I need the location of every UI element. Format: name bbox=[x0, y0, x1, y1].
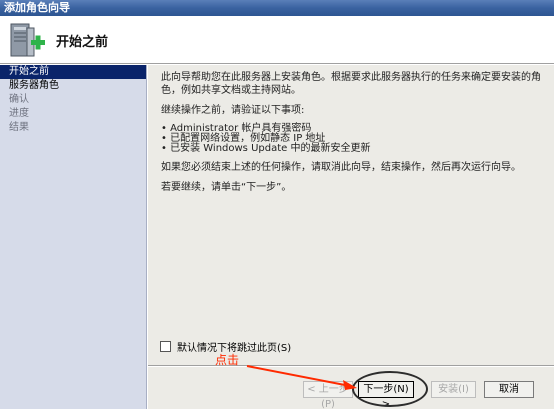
wizard-nav: 开始之前 服务器角色 确认 进度 结果 bbox=[0, 65, 147, 409]
install-button[interactable]: 安装(I) bbox=[431, 381, 476, 398]
wizard-content: 此向导帮助您在此服务器上安装角色。根据要求此服务器执行的任务来确定要安装的角色，… bbox=[148, 65, 554, 365]
prereq-item: 已安装 Windows Update 中的最新安全更新 bbox=[161, 144, 546, 154]
prereq-list: Administrator 帐户具有强密码 已配置网络设置，例如静态 IP 地址… bbox=[161, 124, 546, 154]
continue-note: 若要继续，请单击“下一步”。 bbox=[161, 182, 292, 193]
prereq-heading: 继续操作之前，请验证以下事项: bbox=[161, 105, 305, 116]
cancel-button[interactable]: 取消 bbox=[484, 381, 534, 398]
wizard-header: 开始之前 bbox=[0, 16, 554, 64]
skip-page-checkbox[interactable] bbox=[160, 341, 171, 352]
cancel-note: 如果您必须结束上述的任何操作，请取消此向导，结束操作，然后再次运行向导。 bbox=[161, 162, 521, 173]
back-button[interactable]: < 上一步(P) bbox=[303, 381, 353, 409]
annotation-click-label: 点击 bbox=[215, 353, 240, 367]
nav-item-server-roles[interactable]: 服务器角色 bbox=[0, 79, 146, 93]
annotation-highlight-circle bbox=[352, 371, 428, 407]
window-title: 添加角色向导 bbox=[4, 1, 70, 14]
nav-item-before-you-begin[interactable]: 开始之前 bbox=[0, 65, 146, 79]
window-titlebar: 添加角色向导 bbox=[0, 0, 554, 16]
nav-item-progress: 进度 bbox=[9, 108, 29, 119]
page-title: 开始之前 bbox=[56, 35, 109, 50]
server-add-role-icon bbox=[10, 23, 45, 57]
nav-item-results: 结果 bbox=[9, 122, 29, 133]
intro-text: 此向导帮助您在此服务器上安装角色。根据要求此服务器执行的任务来确定要安装的角色，… bbox=[161, 72, 541, 96]
nav-item-confirmation: 确认 bbox=[9, 94, 29, 105]
